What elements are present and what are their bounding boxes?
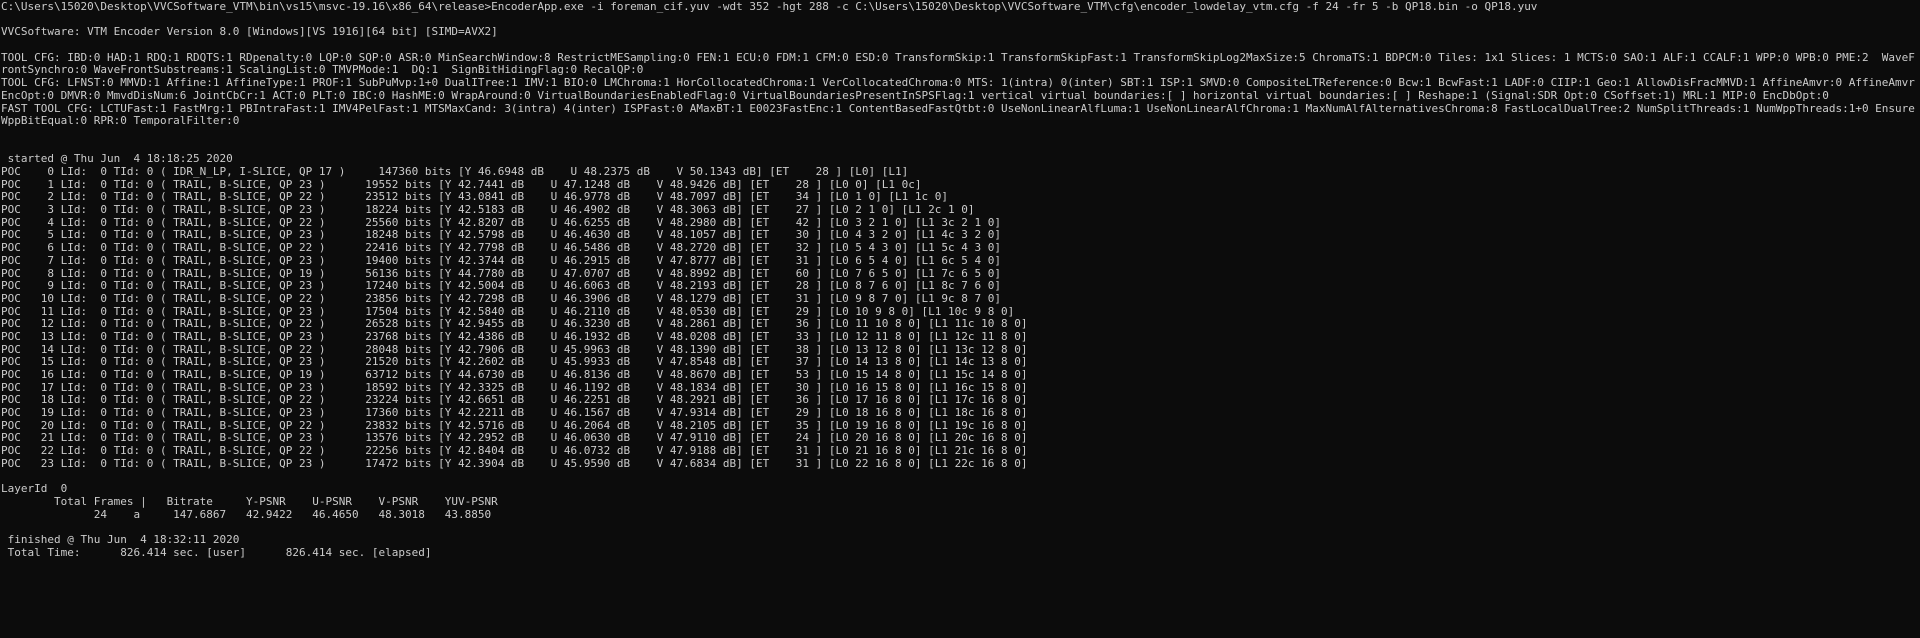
- poc-line: POC 5 LId: 0 TId: 0 ( TRAIL, B-SLICE, QP…: [1, 229, 1002, 242]
- fast-tool-cfg: FAST TOOL CFG: LCTUFast:1 FastMrg:1 PBIn…: [1, 101, 1915, 128]
- poc-line: POC 22 LId: 0 TId: 0 ( TRAIL, B-SLICE, Q…: [1, 445, 1028, 458]
- poc-line: POC 19 LId: 0 TId: 0 ( TRAIL, B-SLICE, Q…: [1, 407, 1028, 420]
- poc-line: POC 8 LId: 0 TId: 0 ( TRAIL, B-SLICE, QP…: [1, 267, 1002, 280]
- poc-line: POC 23 LId: 0 TId: 0 ( TRAIL, B-SLICE, Q…: [1, 457, 1028, 470]
- poc-line: POC 18 LId: 0 TId: 0 ( TRAIL, B-SLICE, Q…: [1, 394, 1028, 407]
- poc-line: POC 20 LId: 0 TId: 0 ( TRAIL, B-SLICE, Q…: [1, 419, 1028, 432]
- layer-id: LayerId 0: [1, 483, 68, 496]
- poc-line: POC 10 LId: 0 TId: 0 ( TRAIL, B-SLICE, Q…: [1, 292, 1002, 305]
- poc-line: POC 15 LId: 0 TId: 0 ( TRAIL, B-SLICE, Q…: [1, 356, 1028, 369]
- poc-line: POC 21 LId: 0 TId: 0 ( TRAIL, B-SLICE, Q…: [1, 432, 1028, 445]
- poc-line: POC 13 LId: 0 TId: 0 ( TRAIL, B-SLICE, Q…: [1, 330, 1028, 343]
- poc-line: POC 16 LId: 0 TId: 0 ( TRAIL, B-SLICE, Q…: [1, 369, 1028, 382]
- started-timestamp: started @ Thu Jun 4 18:18:25 2020: [1, 153, 233, 166]
- poc-line: POC 4 LId: 0 TId: 0 ( TRAIL, B-SLICE, QP…: [1, 216, 1002, 229]
- poc-line: POC 7 LId: 0 TId: 0 ( TRAIL, B-SLICE, QP…: [1, 254, 1002, 267]
- poc-line: POC 6 LId: 0 TId: 0 ( TRAIL, B-SLICE, QP…: [1, 242, 1002, 255]
- total-time: Total Time: 826.414 sec. [user] 826.414 …: [1, 546, 432, 559]
- poc-line: POC 9 LId: 0 TId: 0 ( TRAIL, B-SLICE, QP…: [1, 280, 1002, 293]
- poc-line: POC 1 LId: 0 TId: 0 ( TRAIL, B-SLICE, QP…: [1, 178, 922, 191]
- summary-values: 24 a 147.6867 42.9422 46.4650 48.3018 43…: [1, 508, 492, 521]
- poc-line: POC 3 LId: 0 TId: 0 ( TRAIL, B-SLICE, QP…: [1, 204, 975, 217]
- poc-line: POC 14 LId: 0 TId: 0 ( TRAIL, B-SLICE, Q…: [1, 343, 1028, 356]
- summary-header: Total Frames | Bitrate Y-PSNR U-PSNR V-P…: [1, 495, 498, 508]
- tool-cfg-2: TOOL CFG: LFNST:0 MMVD:1 Affine:1 Affine…: [1, 76, 1915, 102]
- poc-line: POC 11 LId: 0 TId: 0 ( TRAIL, B-SLICE, Q…: [1, 305, 1015, 318]
- finished-timestamp: finished @ Thu Jun 4 18:32:11 2020: [1, 533, 240, 546]
- command-line: C:\Users\15020\Desktop\VVCSoftware_VTM\b…: [1, 1, 1538, 13]
- tool-cfg-1: TOOL CFG: IBD:0 HAD:1 RDQ:1 RDQTS:1 RDpe…: [1, 50, 1915, 77]
- poc-line: POC 12 LId: 0 TId: 0 ( TRAIL, B-SLICE, Q…: [1, 318, 1028, 331]
- poc-line: POC 0 LId: 0 TId: 0 ( IDR_N_LP, I-SLICE,…: [1, 166, 909, 179]
- console-window[interactable]: C:\Users\15020\Desktop\VVCSoftware_VTM\b…: [0, 0, 1920, 638]
- poc-line: POC 2 LId: 0 TId: 0 ( TRAIL, B-SLICE, QP…: [1, 191, 949, 204]
- poc-line: POC 17 LId: 0 TId: 0 ( TRAIL, B-SLICE, Q…: [1, 381, 1028, 394]
- encoder-version: VVCSoftware: VTM Encoder Version 8.0 [Wi…: [1, 26, 498, 39]
